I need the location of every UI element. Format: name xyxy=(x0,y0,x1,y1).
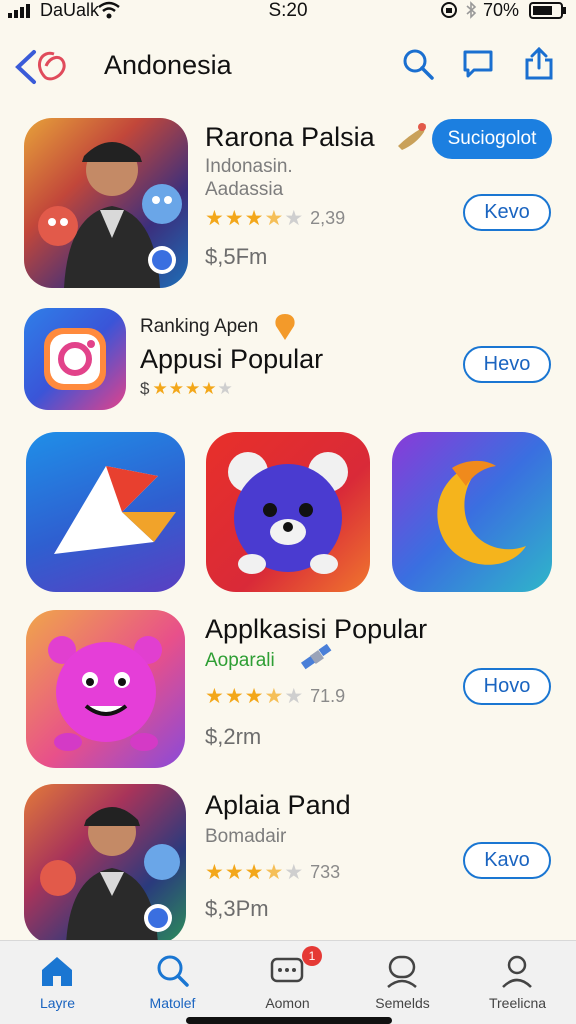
get-button[interactable]: Hovo xyxy=(463,668,551,705)
bluetooth-icon xyxy=(466,1,477,19)
tab-home[interactable]: Layre xyxy=(0,949,115,1013)
arrow-app-icon[interactable] xyxy=(26,432,185,592)
person-icon xyxy=(387,955,417,988)
page-title: Andonesia xyxy=(104,50,232,80)
star-rating: ★★★★★ xyxy=(205,207,305,230)
rating: ★★★★★ 2,39 xyxy=(205,206,345,231)
battery-percent: 70% xyxy=(483,0,520,20)
search-icon[interactable] xyxy=(400,46,436,82)
pin-icon xyxy=(275,314,295,340)
app-price: $,3Pm xyxy=(205,896,269,921)
tab-profile[interactable]: Treelicna xyxy=(460,949,575,1013)
app-icon-applkasisi[interactable] xyxy=(26,610,185,768)
app-name[interactable]: Aplaia Pand xyxy=(205,790,351,821)
status-bar: DaUalk S:20 70% xyxy=(0,0,576,22)
tab-search[interactable]: Matolef xyxy=(115,949,230,1013)
rating: ★★★★★ 71.9 xyxy=(205,684,345,709)
star-rating: ★★★★★ xyxy=(205,685,305,708)
tab-messages[interactable]: 1 Aomon xyxy=(230,946,345,1013)
notification-badge: 1 xyxy=(302,946,322,966)
ranking-label: Ranking Apen xyxy=(140,316,259,337)
app-price: $,5Fm xyxy=(205,244,268,269)
app-subtitle: Bomadair xyxy=(205,826,287,847)
search-icon xyxy=(157,955,189,987)
app-name[interactable]: Rarona Palsia xyxy=(205,122,375,153)
chat-icon[interactable] xyxy=(460,46,496,82)
character-illustration xyxy=(38,142,182,288)
app-subtitle: Aoparali xyxy=(205,650,275,671)
list-item[interactable]: Rarona Palsia Suciogolot Indonasin. Aada… xyxy=(0,116,576,292)
tab-semelds[interactable]: Semelds xyxy=(345,949,460,1013)
rating-count: 71.9 xyxy=(310,686,346,706)
satellite-icon xyxy=(300,643,332,670)
app-price: $,2rm xyxy=(205,724,262,749)
battery-icon xyxy=(529,2,566,19)
get-button[interactable]: Hevo xyxy=(463,346,551,383)
back-icon[interactable] xyxy=(14,46,76,88)
tab-label: Treelicna xyxy=(488,995,547,1011)
list-item[interactable]: Ranking Apen Appusi Popular $ ★★★★★ Hevo xyxy=(0,306,576,414)
price-prefix: $ xyxy=(140,379,150,398)
bird-icon xyxy=(398,123,426,150)
featured-row xyxy=(0,432,576,594)
tab-label: Matolef xyxy=(149,995,196,1011)
rating: ★★★★★ 733 xyxy=(205,860,340,885)
get-button[interactable]: Kevo xyxy=(463,194,551,231)
tab-label: Semelds xyxy=(375,995,430,1011)
camera-icon xyxy=(44,328,106,390)
moon-app-icon[interactable] xyxy=(392,432,552,592)
home-indicator xyxy=(186,1017,392,1024)
list-item[interactable]: Applkasisi Popular Aoparali ★★★★★ 71.9 $… xyxy=(0,608,576,770)
tab-label: Layre xyxy=(39,995,76,1011)
bear-app-icon[interactable] xyxy=(206,432,370,592)
home-icon xyxy=(42,957,72,986)
star-rating: ★★★★★ xyxy=(205,861,305,884)
app-subtitle: Indonasin. xyxy=(205,156,293,177)
tab-label: Aomon xyxy=(265,995,310,1011)
app-icon-appusi[interactable] xyxy=(24,308,126,410)
tab-bar: Layre Matolef 1 Aomon Semelds Treelicna xyxy=(0,940,576,1024)
app-icon-rarona[interactable] xyxy=(24,118,188,288)
rotation-lock-icon xyxy=(441,2,457,18)
list-item[interactable]: Aplaia Pand Bomadair ★★★★★ 733 $,3Pm Kav… xyxy=(0,782,576,940)
star-rating: ★★★★★ xyxy=(152,379,234,398)
app-icon-aplaia[interactable] xyxy=(24,784,186,940)
app-name[interactable]: Applkasisi Popular xyxy=(205,614,427,645)
rating: $ ★★★★★ xyxy=(140,379,234,399)
top-nav-bar: Andonesia xyxy=(0,38,576,94)
rating-count: 2,39 xyxy=(310,208,346,228)
app-developer: Aadassia xyxy=(205,179,284,200)
get-button[interactable]: Kavo xyxy=(463,842,551,879)
rating-count: 733 xyxy=(310,862,341,882)
share-icon[interactable] xyxy=(521,46,557,82)
app-name[interactable]: Appusi Popular xyxy=(140,344,323,375)
category-pill[interactable]: Suciogolot xyxy=(432,119,552,159)
messages-icon xyxy=(270,957,304,983)
profile-icon xyxy=(502,955,532,988)
